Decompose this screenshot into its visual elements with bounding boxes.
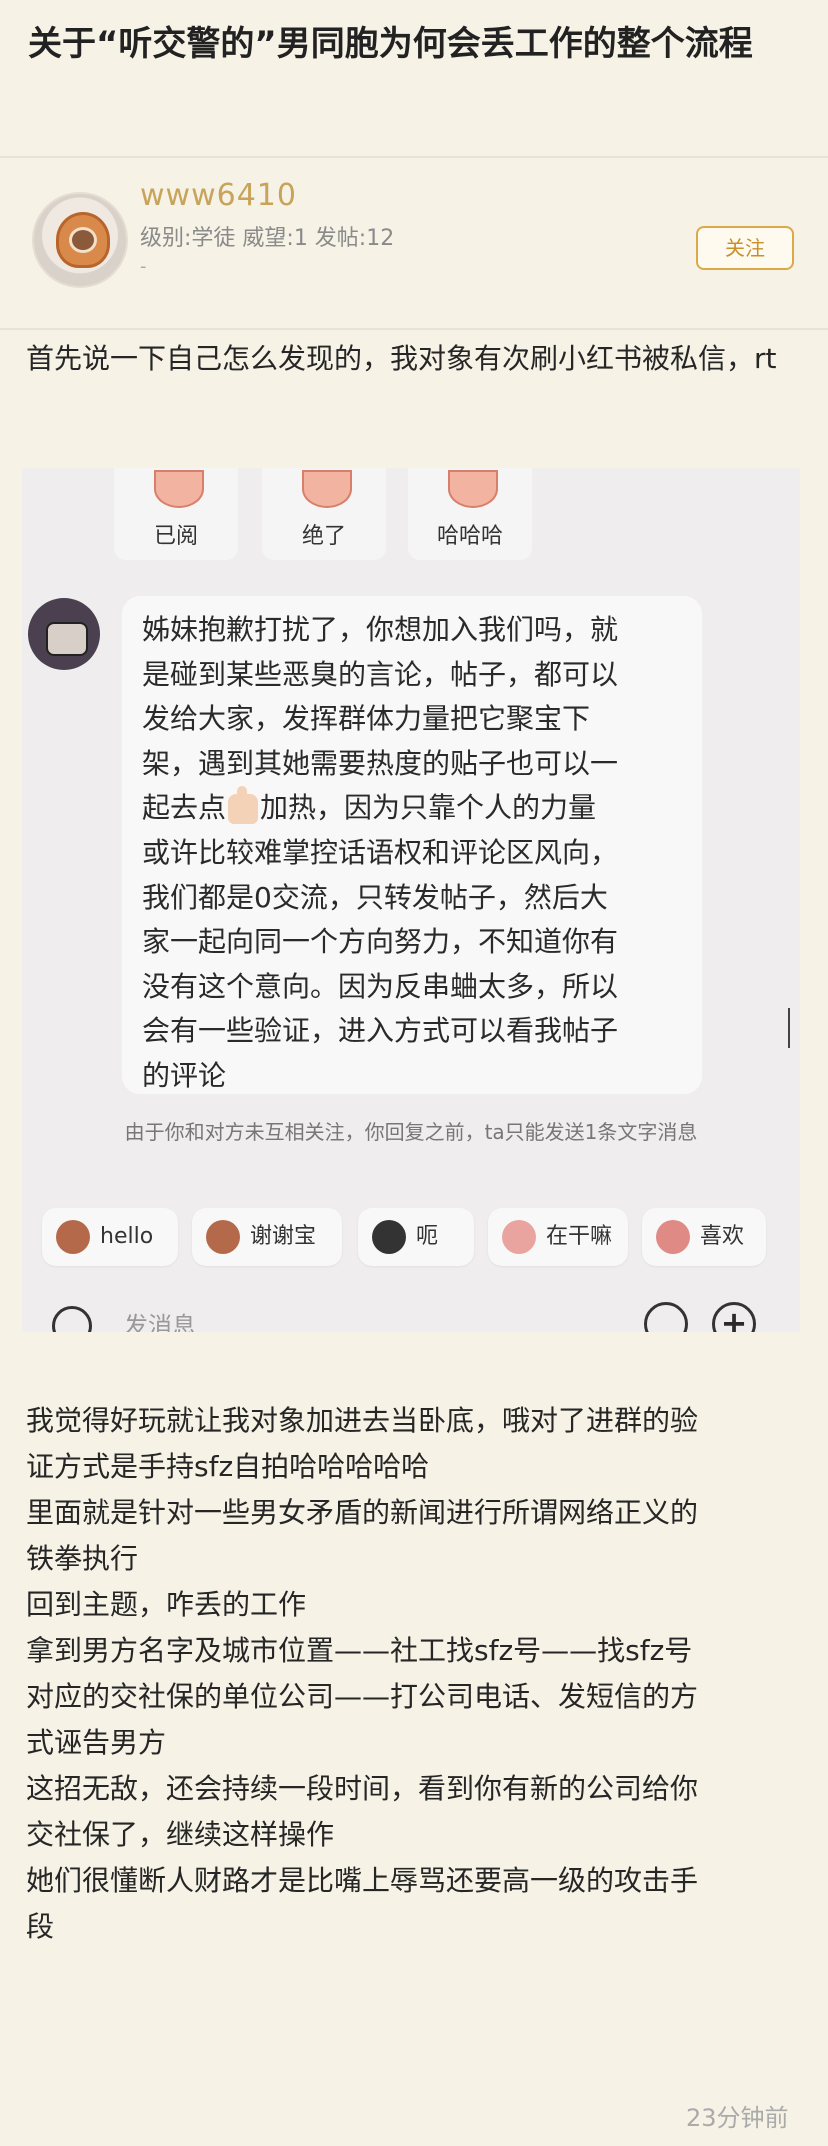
message-line: 架，遇到其她需要热度的贴子也可以一 xyxy=(142,746,619,780)
quick-reply: 哈哈哈 xyxy=(408,468,532,560)
body-line: 交社保了，继续这样操作 xyxy=(26,1818,335,1851)
post-title: 关于“听交警的”男同胞为何会丢工作的整个流程 xyxy=(28,24,753,64)
sticker-icon xyxy=(206,1220,240,1254)
author-extra: - xyxy=(140,256,147,277)
sticker-icon xyxy=(502,1220,536,1254)
intro-line: 首先说一下自己怎么发现的，我对象有次刷小红书被私信，rt xyxy=(26,342,777,375)
quick-reply-label: 已阅 xyxy=(153,524,198,549)
emoji-face-icon xyxy=(302,470,352,508)
sticker-chip: 呃 xyxy=(358,1208,474,1266)
message-text: 姊妹抱歉打扰了，你想加入我们吗，就 是碰到某些恶臭的言论，帖子，都可以 发给大家… xyxy=(142,608,690,1099)
sticker-chip: 喜欢 xyxy=(642,1208,766,1266)
message-line: 发给大家，发挥群体力量把它聚宝下 xyxy=(142,702,591,736)
cat-sticker-icon xyxy=(372,1220,406,1254)
avatar[interactable] xyxy=(32,192,128,288)
message-line: 会有一些验证，进入方式可以看我帖子 xyxy=(142,1014,619,1048)
chat-input-placeholder: 发消息 xyxy=(124,1312,196,1332)
message-line: 没有这个意向。因为反串蛐太多，所以 xyxy=(142,969,619,1003)
chat-input-bar: 发消息 + xyxy=(22,1298,800,1332)
emoji-face-icon xyxy=(154,470,204,508)
voice-icon xyxy=(52,1306,92,1332)
sticker-icon xyxy=(56,1220,90,1254)
follow-button[interactable]: 关注 xyxy=(696,226,794,270)
plus-icon: + xyxy=(712,1302,756,1332)
body-line: 我觉得好玩就让我对象加进去当卧底，哦对了进群的验 xyxy=(26,1404,699,1437)
sticker-icon xyxy=(656,1220,690,1254)
sticker-chip-row: hello 谢谢宝 呃 在干嘛 喜欢 xyxy=(42,1208,800,1268)
message-line-rest: 加热，因为只靠个人的力量 xyxy=(260,791,597,825)
body-line: 这招无敌，还会持续一段时间，看到你有新的公司给你 xyxy=(26,1772,699,1805)
notice-text: 由于你和对方未互相关注，你回复之前，ta只能发送1条文字消息 xyxy=(124,1120,698,1144)
chip-label: 谢谢宝 xyxy=(250,1224,317,1249)
sticker-chip: hello xyxy=(42,1208,178,1266)
emoji-icon xyxy=(644,1302,688,1332)
message-line: 家一起向同一个方向努力，不知道你有 xyxy=(142,925,619,959)
sticker-chip: 谢谢宝 xyxy=(192,1208,342,1266)
post-timestamp: 23分钟前 xyxy=(686,2104,789,2132)
body-line: 式诬告男方 xyxy=(26,1726,167,1759)
message-line: 我们都是0交流，只转发帖子，然后大 xyxy=(142,880,608,914)
message-line: 是碰到某些恶臭的言论，帖子，都可以 xyxy=(142,657,619,691)
chip-label: 在干嘛 xyxy=(546,1224,613,1249)
body-line: 里面就是针对一些男女矛盾的新闻进行所谓网络正义的 xyxy=(26,1496,699,1529)
thumbs-up-icon xyxy=(228,786,259,825)
chip-label: 喜欢 xyxy=(700,1224,745,1249)
message-line-prefix: 起去点 xyxy=(142,791,227,825)
author-name[interactable]: www6410 xyxy=(140,178,297,213)
emoji-face-icon xyxy=(448,470,498,508)
diving-helmet-icon xyxy=(56,212,110,268)
chip-label: hello xyxy=(100,1224,154,1249)
body-line: 回到主题，咋丢的工作 xyxy=(26,1588,307,1621)
chip-label: 呃 xyxy=(416,1224,439,1249)
body-line: 她们很懂断人财路才是比嘴上辱骂还要高一级的攻击手 xyxy=(26,1864,699,1897)
body-line: 证方式是手持sfz自拍哈哈哈哈哈 xyxy=(26,1450,430,1483)
quick-reply: 已阅 xyxy=(114,468,238,560)
body-line: 段 xyxy=(26,1910,55,1943)
quick-reply: 绝了 xyxy=(262,468,386,560)
sender-avatar xyxy=(28,598,100,670)
sticker-chip: 在干嘛 xyxy=(488,1208,628,1266)
author-meta: 级别:学徒 威望:1 发帖:12 xyxy=(140,226,395,251)
embedded-chat-screenshot: 已阅 绝了 哈哈哈 姊妹抱歉打扰了，你想加入我们吗，就 是碰到某些恶臭的言论，帖… xyxy=(22,468,800,1332)
divider xyxy=(0,328,828,330)
message-line: 姊妹抱歉打扰了，你想加入我们吗，就 xyxy=(142,613,619,646)
intro-paragraph: 首先说一下自己怎么发现的，我对象有次刷小红书被私信，rt xyxy=(26,336,806,382)
message-bubble: 姊妹抱歉打扰了，你想加入我们吗，就 是碰到某些恶臭的言论，帖子，都可以 发给大家… xyxy=(122,596,702,1094)
body-line: 拿到男方名字及城市位置——社工找sfz号——找sfz号 xyxy=(26,1634,693,1667)
body-line: 铁拳执行 xyxy=(26,1542,139,1575)
cat-icon xyxy=(46,622,88,656)
scroll-indicator xyxy=(788,1008,790,1048)
body-line: 对应的交社保的单位公司——打公司电话、发短信的方 xyxy=(26,1680,699,1713)
author-card: www6410 级别:学徒 威望:1 发帖:12 - 关注 xyxy=(0,158,828,328)
body-paragraph: 我觉得好玩就让我对象加进去当卧底，哦对了进群的验 证方式是手持sfz自拍哈哈哈哈… xyxy=(26,1398,806,1950)
message-line: 起去点 加热，因为只靠个人的力量 xyxy=(142,786,690,831)
message-line: 或许比较难掌控话语权和评论区风向， xyxy=(142,835,619,869)
quick-reply-label: 哈哈哈 xyxy=(436,524,503,549)
message-line: 的评论 xyxy=(142,1058,227,1092)
quick-reply-label: 绝了 xyxy=(301,524,346,549)
